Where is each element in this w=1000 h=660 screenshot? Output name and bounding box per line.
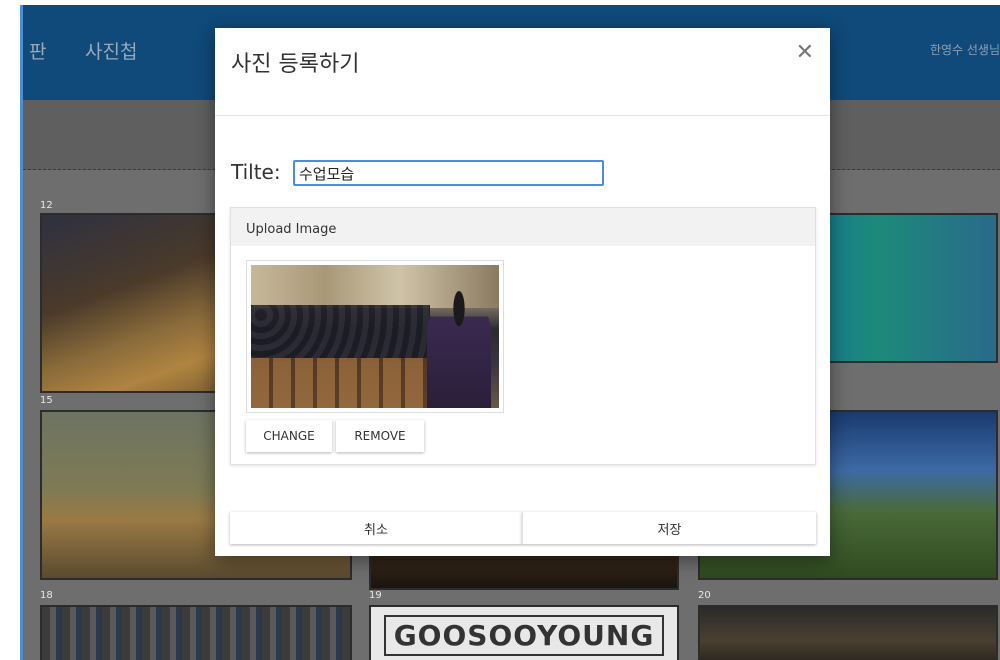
save-button[interactable]: 저장 [522,512,816,544]
nav-item-board[interactable]: 판 [29,37,46,64]
close-icon[interactable]: ✕ [796,40,814,65]
upload-card-header: Upload Image [231,208,815,246]
modal-header: 사진 등록하기 ✕ [215,28,830,116]
tile-number: 15 [40,395,53,406]
change-image-button[interactable]: CHANGE [246,420,332,452]
remove-image-button[interactable]: REMOVE [336,420,424,452]
image-preview [246,260,504,413]
tile-number: 19 [369,590,382,601]
cancel-button[interactable]: 취소 [230,512,522,544]
page-frame: 판 사진첩 한영수 선생님 12 15 18 19 GOOSOOYOUNG 20… [0,0,1000,660]
upload-image-card: Upload Image CHANGE REMOVE [230,207,816,465]
photo-desks [251,357,430,408]
modal-title: 사진 등록하기 [231,52,360,77]
logo-text: GOOSOOYOUNG [383,614,665,656]
nav-item-gallery[interactable]: 사진첩 [85,37,137,64]
photo-tile-storm[interactable] [698,605,998,660]
title-field-label: Tilte: [231,160,281,184]
tile-number: 18 [40,590,53,601]
classroom-photo [251,265,499,408]
photo-tile-logo[interactable]: GOOSOOYOUNG [369,605,679,660]
upload-card-label: Upload Image [246,222,337,237]
photo-students [251,305,430,363]
title-input[interactable] [293,160,604,186]
tile-number: 12 [40,200,53,211]
tile-number: 20 [698,590,711,601]
photo-tile-bookshelf[interactable] [40,605,352,660]
photo-upload-modal: 사진 등록하기 ✕ Tilte: Upload Image CHANGE REM… [215,28,830,556]
photo-teacher [426,290,491,408]
user-name[interactable]: 한영수 선생님 [930,41,1000,58]
